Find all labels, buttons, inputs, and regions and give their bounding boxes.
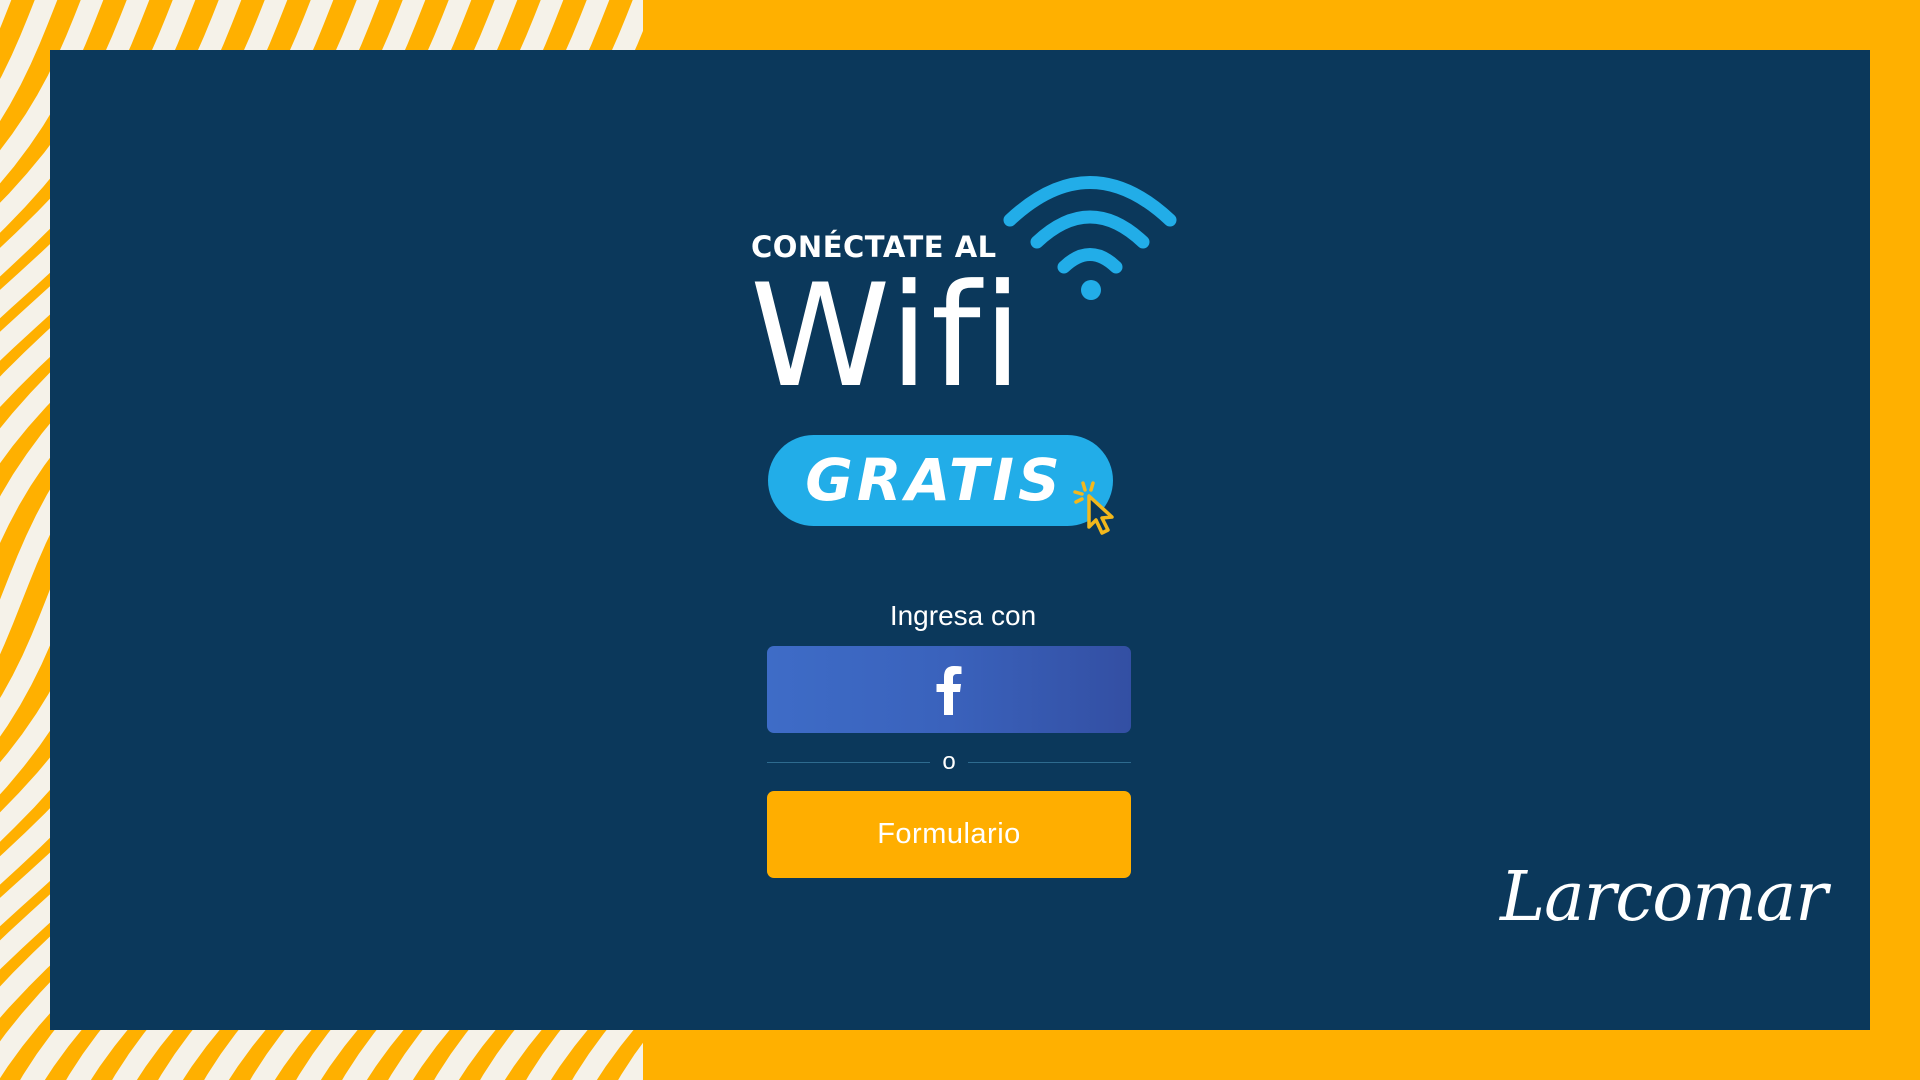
facebook-f-icon — [936, 665, 962, 715]
wifi-signal-icon — [1003, 176, 1177, 300]
gratis-text: GRATIS — [805, 446, 1064, 514]
gratis-badge: GRATIS — [768, 435, 1113, 526]
click-cursor-icon — [1073, 481, 1114, 535]
login-options: Ingresa con o Formulario — [767, 596, 1132, 878]
login-intro-text: Ingresa con — [889, 600, 1037, 631]
form-login-button[interactable]: Formulario — [767, 791, 1131, 878]
wifi-gratis-logo: CONÉCTATE AL Wifi GRATIS — [740, 170, 1180, 550]
or-divider: o — [767, 733, 1132, 791]
or-text: o — [942, 748, 956, 775]
divider-line-right — [967, 761, 1132, 763]
larcomar-logo: Larcomar — [1500, 858, 1828, 937]
logo-wifi-word: Wifi — [750, 254, 1025, 419]
facebook-login-button[interactable] — [767, 646, 1131, 733]
divider-line-left — [767, 761, 931, 763]
